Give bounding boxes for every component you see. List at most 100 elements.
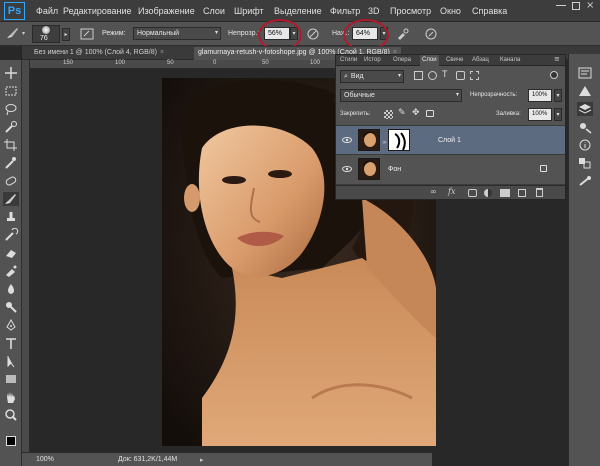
eraser-tool-icon[interactable] bbox=[3, 246, 19, 260]
color-icon[interactable] bbox=[577, 156, 593, 170]
navigator-icon[interactable] bbox=[577, 174, 593, 188]
new-layer-icon[interactable] bbox=[518, 189, 526, 197]
tab-untitled[interactable]: Без имени 1 @ 100% (Слой 4, RGB/8) × bbox=[30, 47, 168, 60]
tab-history[interactable]: Истор bbox=[362, 55, 383, 66]
tab-styles[interactable]: Стили bbox=[338, 55, 359, 66]
move-tool-icon[interactable] bbox=[3, 66, 19, 80]
blur-tool-icon[interactable] bbox=[3, 282, 19, 296]
pressure-size-icon[interactable] bbox=[424, 27, 438, 41]
lock-icon bbox=[540, 165, 547, 172]
layer-filter-select[interactable]: ⌕ Вид ▾ bbox=[340, 70, 404, 83]
airbrush-icon[interactable] bbox=[396, 27, 410, 41]
zoom-tool-icon[interactable] bbox=[3, 408, 19, 422]
close-window-icon[interactable]: × bbox=[586, 0, 594, 11]
status-arrow-icon[interactable]: ▸ bbox=[200, 456, 204, 464]
filter-toggle-icon[interactable] bbox=[550, 71, 558, 79]
menu-image[interactable]: Изображение bbox=[138, 6, 195, 16]
brush-panel-icon[interactable] bbox=[80, 28, 94, 40]
lock-transparency-icon[interactable] bbox=[384, 110, 393, 119]
layer-mask-thumbnail[interactable] bbox=[388, 129, 410, 151]
fill-input[interactable]: 100% bbox=[528, 108, 552, 121]
blend-mode-select[interactable]: Обычные ▾ bbox=[340, 89, 462, 102]
chevron-down-icon[interactable]: ▾ bbox=[22, 30, 25, 37]
lock-pixels-icon[interactable]: ✎ bbox=[398, 108, 406, 118]
adjustment-layer-icon[interactable] bbox=[484, 189, 492, 197]
crop-tool-icon[interactable] bbox=[3, 138, 19, 152]
layer-opacity-slider-toggle[interactable]: ▾ bbox=[554, 89, 562, 102]
tab-layers[interactable]: Слои bbox=[420, 55, 439, 66]
link-layers-icon[interactable]: ∞ bbox=[430, 187, 437, 196]
menu-layers[interactable]: Слои bbox=[203, 6, 225, 16]
layer-row-background[interactable]: Фон bbox=[336, 155, 565, 185]
layer-filter-value: Вид bbox=[350, 73, 364, 80]
layers-icon[interactable] bbox=[577, 102, 593, 116]
layer-row-layer1[interactable]: ∞ Слой 1 bbox=[336, 125, 565, 155]
zoom-level[interactable]: 100% bbox=[36, 456, 54, 463]
menu-view[interactable]: Просмотр bbox=[390, 6, 431, 16]
menu-3d[interactable]: 3D bbox=[368, 6, 380, 16]
menu-type[interactable]: Шрифт bbox=[234, 6, 264, 16]
panel-menu-icon[interactable]: ≡ bbox=[554, 55, 560, 63]
foreground-color-swatch[interactable] bbox=[6, 436, 16, 446]
lock-position-icon[interactable]: ✥ bbox=[412, 108, 420, 118]
filter-shape-icon[interactable] bbox=[456, 71, 465, 80]
eyedropper-tool-icon[interactable] bbox=[3, 156, 19, 170]
path-selection-tool-icon[interactable] bbox=[3, 354, 19, 368]
dodge-tool-icon[interactable] bbox=[3, 300, 19, 314]
brush-tool-icon[interactable] bbox=[3, 192, 19, 206]
brush-tip-icon bbox=[42, 26, 50, 34]
tab-actions[interactable]: Опера bbox=[391, 55, 413, 66]
trash-icon[interactable] bbox=[536, 188, 543, 197]
brush-presets-icon[interactable] bbox=[577, 120, 593, 134]
filter-smart-object-icon[interactable] bbox=[470, 71, 479, 80]
brush-icon[interactable] bbox=[5, 26, 19, 40]
layer-name: Фон bbox=[388, 166, 402, 173]
close-icon[interactable]: × bbox=[160, 49, 164, 56]
info-icon[interactable] bbox=[577, 138, 593, 152]
marquee-tool-icon[interactable] bbox=[3, 84, 19, 98]
pen-tool-icon[interactable] bbox=[3, 318, 19, 332]
menu-bar: Ps Файл Редактирование Изображение Слои … bbox=[0, 0, 600, 22]
rectangle-tool-icon[interactable] bbox=[3, 372, 19, 386]
maximize-icon[interactable] bbox=[572, 2, 580, 10]
hand-tool-icon[interactable] bbox=[3, 390, 19, 404]
mode-select[interactable]: Нормальный ▾ bbox=[133, 27, 221, 40]
brush-preset-picker[interactable]: 76 bbox=[32, 25, 60, 43]
tab-swatches[interactable]: Свиче bbox=[444, 55, 465, 66]
properties-icon[interactable] bbox=[577, 66, 593, 80]
eye-icon[interactable] bbox=[342, 166, 352, 172]
healing-brush-tool-icon[interactable] bbox=[3, 174, 19, 188]
layer-opacity-input[interactable]: 100% bbox=[528, 89, 552, 102]
tab-label: Без имени 1 @ 100% (Слой 4, RGB/8) bbox=[34, 49, 157, 56]
lock-icon[interactable] bbox=[426, 110, 434, 117]
minimize-icon[interactable] bbox=[556, 5, 566, 6]
history-brush-tool-icon[interactable] bbox=[3, 227, 19, 242]
fill-slider-toggle[interactable]: ▾ bbox=[554, 108, 562, 121]
type-tool-icon[interactable] bbox=[3, 336, 19, 350]
menu-edit[interactable]: Редактирование bbox=[63, 6, 132, 16]
filter-adjustment-icon[interactable] bbox=[428, 71, 437, 80]
add-mask-icon[interactable] bbox=[468, 189, 477, 197]
layer-style-icon[interactable]: fx bbox=[448, 187, 455, 196]
menu-window[interactable]: Окно bbox=[440, 6, 461, 16]
pressure-opacity-icon[interactable] bbox=[306, 27, 320, 41]
mask-link-icon[interactable]: ∞ bbox=[382, 139, 387, 146]
ruler-number: 100 bbox=[310, 60, 321, 66]
adjustments-icon[interactable] bbox=[577, 84, 593, 98]
eye-icon[interactable] bbox=[342, 137, 352, 143]
menu-select[interactable]: Выделение bbox=[274, 6, 322, 16]
quick-select-tool-icon[interactable] bbox=[3, 120, 19, 134]
menu-file[interactable]: Файл bbox=[36, 6, 58, 16]
lasso-tool-icon[interactable] bbox=[3, 102, 19, 116]
menu-help[interactable]: Справка bbox=[472, 6, 507, 16]
new-group-icon[interactable] bbox=[500, 189, 510, 197]
menu-filter[interactable]: Фильтр bbox=[330, 6, 360, 16]
tab-channels[interactable]: Канала bbox=[498, 55, 522, 66]
gradient-tool-icon[interactable] bbox=[3, 264, 19, 278]
filter-type-icon[interactable]: T bbox=[442, 69, 448, 79]
mode-select-value: Нормальный bbox=[137, 30, 180, 37]
filter-pixel-icon[interactable] bbox=[414, 71, 423, 80]
brush-panel-toggle[interactable]: ▸ bbox=[62, 28, 70, 41]
tab-paragraph[interactable]: Абзац bbox=[470, 55, 491, 66]
clone-stamp-tool-icon[interactable] bbox=[3, 210, 19, 224]
